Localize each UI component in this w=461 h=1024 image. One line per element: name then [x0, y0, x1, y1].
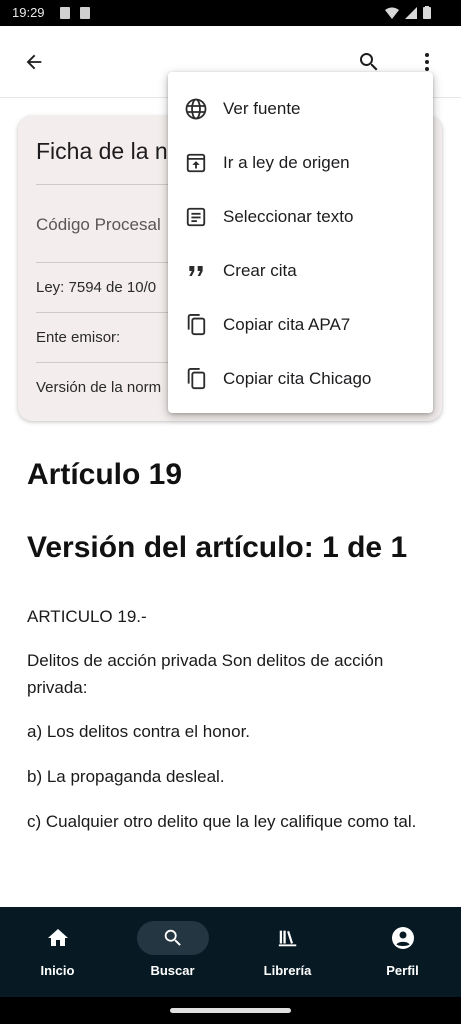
nav-item-perfil[interactable]: Perfil [345, 907, 460, 997]
status-time: 19:29 [12, 5, 45, 20]
nav-label: Perfil [386, 963, 419, 978]
copy-icon [182, 365, 210, 393]
menu-item-ir-a-ley[interactable]: Ir a ley de origen [168, 136, 433, 190]
article-paragraph: Delitos de acción privada Son delitos de… [27, 651, 384, 697]
menu-item-label: Crear cita [223, 261, 297, 280]
card-row-text: Ley: 7594 de 10/0 [36, 279, 157, 296]
menu-item-copiar-apa7[interactable]: Copiar cita APA7 [168, 298, 433, 352]
menu-item-label: Ir a ley de origen [223, 153, 350, 172]
nav-label: Librería [263, 963, 312, 978]
bottom-navigation: Inicio Buscar Librería Perfil [0, 907, 461, 997]
notification-icon [80, 7, 90, 19]
card-row-text: Código Procesal [36, 215, 161, 234]
globe-icon [182, 95, 210, 123]
nav-item-buscar[interactable]: Buscar [115, 907, 230, 997]
menu-item-ver-fuente[interactable]: Ver fuente [168, 82, 433, 136]
copy-icon [182, 311, 210, 339]
card-row-text: Ente emisor: [36, 329, 121, 346]
menu-item-seleccionar-texto[interactable]: Seleccionar texto [168, 190, 433, 244]
menu-item-copiar-chicago[interactable]: Copiar cita Chicago [168, 352, 433, 406]
nav-label: Buscar [150, 963, 195, 978]
status-bar: 19:29 [0, 0, 461, 26]
quote-icon [182, 257, 210, 285]
search-icon [360, 53, 378, 71]
library-icon [252, 921, 324, 955]
battery-icon [423, 6, 431, 19]
nav-label: Inicio [40, 963, 75, 978]
more-vert-icon [425, 53, 429, 71]
select-text-icon [182, 203, 210, 231]
article-paragraph: b) La propaganda desleal. [27, 767, 225, 786]
version-heading: Versión del artículo: 1 de 1 [27, 531, 408, 564]
menu-item-crear-cita[interactable]: Crear cita [168, 244, 433, 298]
menu-item-label: Copiar cita Chicago [223, 369, 372, 388]
sim-icon [60, 7, 70, 19]
home-icon [22, 921, 94, 955]
card-row-text: Versión de la norm [36, 379, 162, 396]
overflow-menu: Ver fuente Ir a ley de origen Selecciona… [168, 72, 433, 413]
open-in-icon [182, 149, 210, 177]
menu-item-label: Ver fuente [223, 99, 301, 118]
gesture-area [0, 997, 461, 1024]
nav-item-inicio[interactable]: Inicio [0, 907, 115, 997]
search-icon [136, 921, 209, 955]
signal-icon [405, 6, 417, 19]
card-title: Ficha de la n [36, 138, 168, 164]
wifi-icon [385, 7, 399, 19]
gesture-handle[interactable] [170, 1008, 291, 1013]
article-paragraph: ARTICULO 19.- [27, 607, 147, 626]
article-heading: Artículo 19 [27, 458, 183, 491]
article-paragraph: c) Cualquier otro delito que la ley cali… [27, 812, 417, 831]
menu-item-label: Copiar cita APA7 [223, 315, 351, 334]
nav-item-libreria[interactable]: Librería [230, 907, 345, 997]
menu-item-label: Seleccionar texto [223, 207, 354, 226]
article-paragraph: a) Los delitos contra el honor. [27, 722, 251, 741]
profile-icon [367, 921, 439, 955]
arrow-back-icon [26, 54, 42, 70]
back-button[interactable] [14, 42, 54, 82]
